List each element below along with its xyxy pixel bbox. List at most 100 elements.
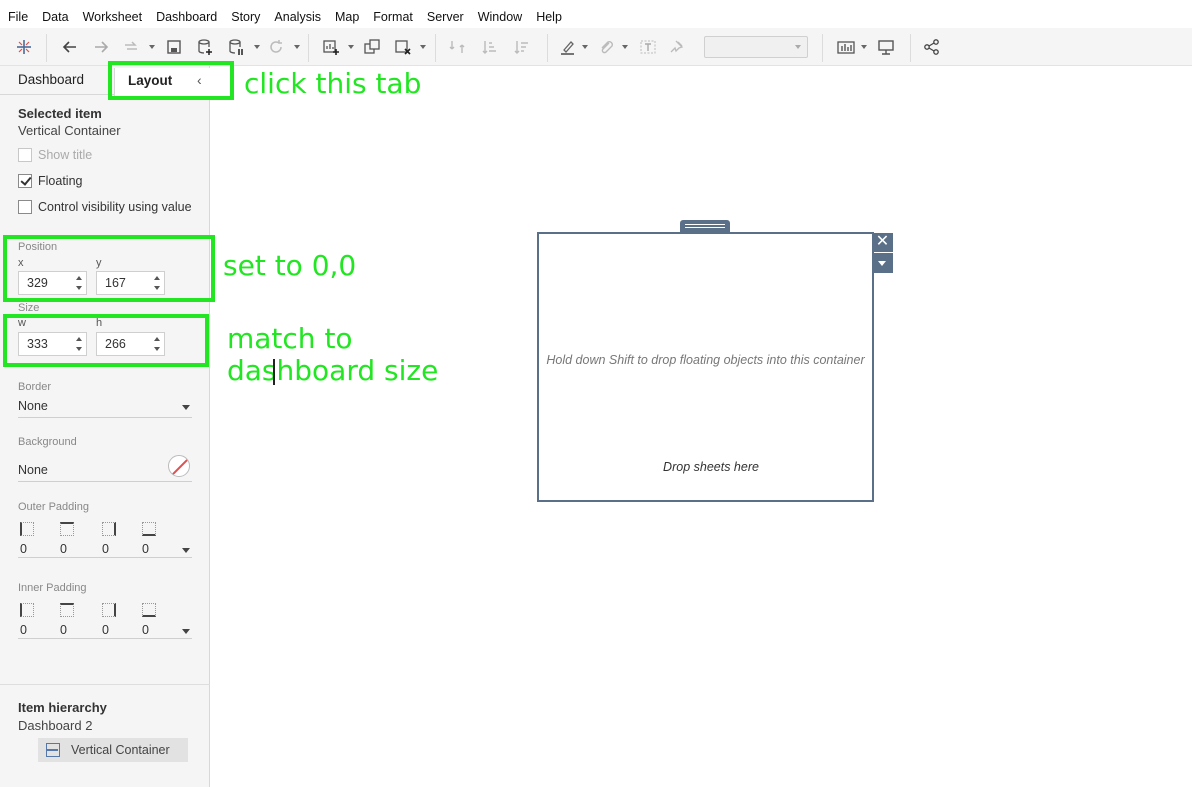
pad-left-icon [20,522,34,536]
chevron-down-icon[interactable] [182,548,190,553]
menu-bar: File Data Worksheet Dashboard Story Anal… [0,7,1192,27]
inner-padding-bottom[interactable]: 0 [142,623,149,637]
outer-padding-left[interactable]: 0 [20,542,27,556]
menu-map[interactable]: Map [335,10,359,24]
presentation-icon[interactable] [876,37,896,57]
inner-padding-top[interactable]: 0 [60,623,67,637]
replay-dropdown-icon[interactable] [149,45,155,49]
outer-padding-values[interactable]: 0 0 0 0 [18,540,192,558]
show-title-checkbox[interactable] [18,148,32,162]
save-icon[interactable] [164,37,184,57]
highlight-dropdown-icon[interactable] [582,45,588,49]
close-icon[interactable]: ✕ [872,233,893,252]
outer-padding-right[interactable]: 0 [102,542,109,556]
pad-bottom-icon [142,522,156,536]
vertical-container-icon [46,743,60,757]
hierarchy-item-label: Vertical Container [71,743,170,757]
menu-window[interactable]: Window [478,10,522,24]
menu-analysis[interactable]: Analysis [274,10,321,24]
menu-data[interactable]: Data [42,10,68,24]
floating-checkbox[interactable] [18,174,32,188]
attach-dropdown-icon[interactable] [622,45,628,49]
show-me-icon[interactable] [836,37,856,57]
attach-icon[interactable] [596,37,616,57]
inner-padding-label: Inner Padding [18,582,87,594]
menu-server[interactable]: Server [427,10,464,24]
hierarchy-dashboard[interactable]: Dashboard 2 [18,718,92,733]
more-options-icon[interactable] [872,253,893,273]
control-visibility-checkbox[interactable] [18,200,32,214]
highlight-icon[interactable] [558,37,578,57]
outer-padding-icons [18,522,192,538]
hierarchy-item-vertical-container[interactable]: Vertical Container [38,738,188,762]
background-label: Background [18,436,77,448]
pad-bottom-icon [142,603,156,617]
tab-dashboard[interactable]: Dashboard [18,72,84,87]
clear-icon[interactable] [393,37,413,57]
background-value: None [18,463,48,477]
swap-icon[interactable] [447,37,467,57]
refresh-icon[interactable] [266,37,286,57]
menu-worksheet[interactable]: Worksheet [83,10,143,24]
text-cursor [273,359,275,385]
outer-padding-bottom[interactable]: 0 [142,542,149,556]
show-title-label: Show title [38,148,93,162]
toolbar-separator [547,34,548,62]
border-value: None [18,399,48,413]
no-color-icon[interactable] [168,455,190,477]
pad-left-icon [20,603,34,617]
show-title-option[interactable]: Show title [18,147,92,163]
pause-dropdown-icon[interactable] [254,45,260,49]
control-visibility-option[interactable]: Control visibility using value [18,199,192,215]
size-label: Size [18,302,40,314]
menu-file[interactable]: File [8,10,28,24]
annotation-position: set to 0,0 [223,249,357,282]
clear-dropdown-icon[interactable] [420,45,426,49]
inner-padding-icons [18,603,192,619]
annotation-box-tab [108,61,234,100]
menu-help[interactable]: Help [536,10,562,24]
drop-sheets-hint: Drop sheets here [663,460,759,474]
inner-padding-values[interactable]: 0 0 0 0 [18,621,192,639]
inner-padding-right[interactable]: 0 [102,623,109,637]
menu-story[interactable]: Story [231,10,260,24]
redo-icon[interactable] [91,37,111,57]
pad-right-icon [102,522,116,536]
annotation-click-tab: click this tab [244,67,422,100]
annotation-box-size [3,314,209,367]
refresh-dropdown-icon[interactable] [294,45,300,49]
selected-item-name: Vertical Container [18,123,121,138]
selected-item-heading: Selected item [18,106,102,121]
text-label-icon[interactable] [638,37,658,57]
show-me-dropdown-icon[interactable] [861,45,867,49]
divider [0,684,210,685]
item-hierarchy-heading: Item hierarchy [18,700,107,715]
chevron-down-icon[interactable] [182,629,190,634]
new-worksheet-icon[interactable] [321,37,341,57]
new-data-source-icon[interactable] [195,37,215,57]
side-panel: Dashboard Layout ‹ Selected item Vertica… [0,66,210,787]
fit-select[interactable] [704,36,808,58]
share-icon[interactable] [922,37,942,57]
annotation-size: match to dashboard size [227,322,439,387]
container-hint: Hold down Shift to drop floating objects… [546,353,865,367]
pause-updates-icon[interactable] [226,37,246,57]
sort-ascending-icon[interactable] [480,37,500,57]
replay-icon[interactable] [121,37,141,57]
new-worksheet-dropdown-icon[interactable] [348,45,354,49]
menu-format[interactable]: Format [373,10,413,24]
floating-option[interactable]: Floating [18,173,82,189]
pad-top-icon [60,603,74,617]
control-visibility-label: Control visibility using value [38,200,192,214]
menu-dashboard[interactable]: Dashboard [156,10,217,24]
pin-icon[interactable] [667,37,687,57]
outer-padding-top[interactable]: 0 [60,542,67,556]
border-select[interactable]: None [18,396,192,418]
undo-icon[interactable] [60,37,80,57]
sort-descending-icon[interactable] [512,37,532,57]
duplicate-icon[interactable] [362,37,382,57]
inner-padding-left[interactable]: 0 [20,623,27,637]
pad-top-icon [60,522,74,536]
tableau-logo-icon[interactable] [14,37,34,57]
background-select[interactable]: None [18,455,192,482]
